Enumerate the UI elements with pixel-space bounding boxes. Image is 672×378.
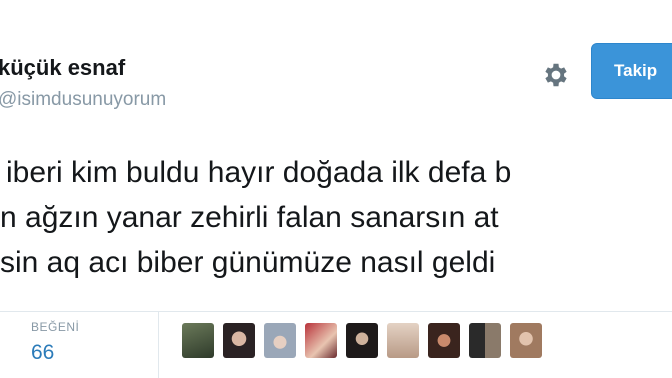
avatar[interactable] xyxy=(182,323,214,358)
display-name[interactable]: küçük esnaf xyxy=(0,55,125,81)
follow-button[interactable]: Takip xyxy=(591,43,672,99)
user-handle[interactable]: @isimdusunuyorum xyxy=(0,89,166,111)
avatar[interactable] xyxy=(387,323,419,358)
tweet-text: iberi kim buldu hayır doğada ilk defa b … xyxy=(0,150,672,285)
likes-count[interactable]: 66 xyxy=(31,341,54,365)
avatar[interactable] xyxy=(305,323,337,358)
avatar[interactable] xyxy=(510,323,542,358)
avatar[interactable] xyxy=(264,323,296,358)
avatar[interactable] xyxy=(469,323,501,358)
avatar[interactable] xyxy=(428,323,460,358)
avatar[interactable] xyxy=(223,323,255,358)
tweet-line: n ağzın yanar zehirli falan sanarsın at xyxy=(0,201,499,234)
divider xyxy=(0,311,672,312)
gear-icon[interactable] xyxy=(541,60,571,90)
tweet-line: sin aq acı biber günümüze nasıl geldi xyxy=(0,246,496,279)
likes-label[interactable]: BEĞENİ xyxy=(31,320,79,334)
avatar[interactable] xyxy=(346,323,378,358)
divider xyxy=(158,311,159,378)
liker-avatars xyxy=(182,323,542,358)
tweet-line: iberi kim buldu hayır doğada ilk defa b xyxy=(6,156,512,189)
